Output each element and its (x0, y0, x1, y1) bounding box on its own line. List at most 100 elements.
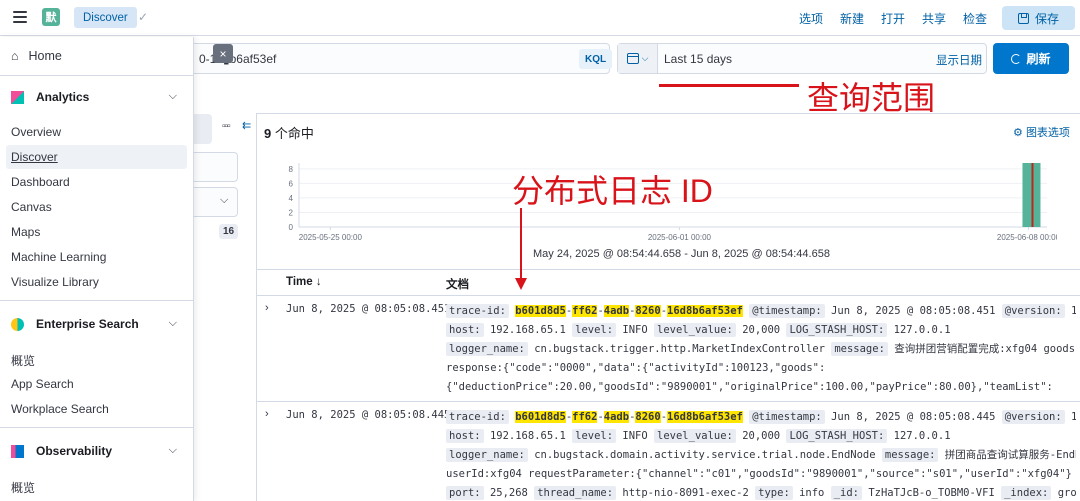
chevron-down-icon: ⌵ (641, 53, 649, 63)
gear-icon: ⚙ (1013, 127, 1023, 139)
y-tick-label: 2 (289, 208, 294, 217)
share-link[interactable]: 共享 (922, 10, 946, 27)
nav-item-machine-learning[interactable]: Machine Learning (11, 250, 106, 264)
nav-group-label: Observability (36, 444, 113, 458)
chart-options-button[interactable]: ⚙ 图表选项 (1013, 124, 1070, 140)
annotation-time-range: 查询范围 (807, 80, 936, 116)
refresh-button[interactable]: 刷新 (993, 43, 1069, 74)
field-key: trace-id: (446, 410, 509, 424)
inspect-link[interactable]: 检查 (963, 10, 987, 27)
field-key: @version: (1001, 304, 1065, 318)
chevron-down-icon: ⌵ (168, 90, 177, 102)
field-value: 20,000 (742, 430, 781, 442)
field-value: http-nio-8091-exec-2 (622, 487, 749, 499)
trace-id-highlight: 8260 (635, 305, 661, 317)
field-key: level_value: (654, 429, 736, 443)
options-link[interactable]: 选项 (799, 10, 823, 27)
field-value: 1 (1071, 305, 1076, 317)
save-button[interactable]: 保存 (1002, 6, 1075, 30)
field-key: message: (831, 342, 888, 356)
time-cell: Jun 8, 2025 @ 08:05:08.451 (286, 303, 451, 315)
annotation-arrow-shaft (520, 208, 522, 280)
nav-item-maps[interactable]: Maps (11, 225, 40, 239)
nav-item-overview[interactable]: Overview (11, 125, 61, 139)
hits-suffix: 个命中 (271, 126, 314, 141)
collapse-sidebar-icon[interactable]: ⇇ (242, 119, 251, 132)
trace-id-highlight: b601d8d5 (515, 305, 566, 317)
trace-id-highlight: 4adb (603, 411, 630, 423)
field-key: _index: (1001, 486, 1052, 500)
field-count-badge: 16 (219, 224, 238, 239)
nav-group-label: Enterprise Search (36, 317, 139, 331)
field-value: 查询拼团营销配置完成:xfg04 goodsId:9890001 (894, 343, 1076, 355)
show-dates-link[interactable]: 显示日期 (936, 52, 982, 68)
field-value: Jun 8, 2025 @ 08:05:08.451 (831, 305, 996, 317)
nav-item-dashboard[interactable]: Dashboard (11, 175, 70, 189)
field-value: Jun 8, 2025 @ 08:05:08.445 (831, 411, 996, 423)
nav-group-analytics[interactable]: Analytics ⌵ (11, 90, 183, 104)
time-picker[interactable]: ⌵ Last 15 days 显示日期 (617, 43, 987, 74)
document-line: response:{"code":"0000","data":{"activit… (446, 359, 1076, 378)
new-link[interactable]: 新建 (840, 10, 864, 27)
document-line: trace-id: b601d8d5-ff62-4adb-8260-16d8b6… (446, 302, 1076, 321)
field-value: 20,000 (742, 324, 781, 336)
query-text: 0-16▮b6af53ef (199, 52, 277, 66)
nav-item-overview-obs[interactable]: 概览 (11, 479, 35, 496)
field-key: level: (572, 429, 617, 443)
nav-item-visualize-library[interactable]: Visualize Library (11, 275, 99, 289)
nav-group-observability[interactable]: Observability ⌵ (11, 444, 183, 458)
field-filter-select[interactable] (190, 187, 238, 217)
nav-item-overview-es[interactable]: 概览 (11, 352, 35, 369)
expand-row-icon[interactable]: › (265, 302, 269, 314)
menu-icon[interactable] (13, 11, 27, 23)
trace-id-highlight: 16d8b6af53ef (667, 305, 743, 317)
nav-home[interactable]: ⌂ Home (11, 49, 62, 63)
chevron-down-icon: ⌵ (168, 444, 177, 456)
search-input[interactable]: 0-16▮b6af53ef × KQL (180, 43, 613, 74)
expand-row-icon[interactable]: › (265, 408, 269, 420)
field-key: port: (446, 486, 484, 500)
document-line: port: 25,268 thread_name: http-nio-8091-… (446, 484, 1076, 501)
field-key: LOG_STASH_HOST: (786, 323, 888, 337)
field-key: _id: (830, 486, 863, 500)
open-link[interactable]: 打开 (881, 10, 905, 27)
field-value: 192.168.65.1 (489, 324, 566, 336)
field-key: host: (446, 429, 484, 443)
field-key: message: (881, 448, 939, 462)
field-value: cn.bugstack.domain.activity.service.tria… (534, 449, 876, 461)
chart-options-label: 图表选项 (1025, 127, 1070, 139)
field-value: 192.168.65.1 (489, 430, 566, 442)
side-nav: ⌂ Home Analytics ⌵ Overview Discover Das… (0, 37, 194, 501)
field-value: 1 (1071, 411, 1076, 423)
trace-id-highlight: ff62 (572, 305, 598, 317)
hits-counter: 9 个命中 (264, 123, 314, 142)
document-line: host: 192.168.65.1 level: INFO level_val… (446, 427, 1076, 446)
time-range-text[interactable]: Last 15 days (664, 52, 732, 66)
nav-item-workplace-search[interactable]: Workplace Search (11, 402, 109, 416)
breadcrumb-discover[interactable]: Discover (74, 7, 137, 28)
table-header: Time ↓ 文档 (257, 269, 1080, 296)
document-cell: trace-id: b601d8d5-ff62-4adb-8260-16d8b6… (446, 302, 1076, 397)
refresh-label: 刷新 (1026, 52, 1051, 66)
save-label: 保存 (1034, 11, 1059, 26)
field-key: logger_name: (446, 448, 528, 462)
nav-item-discover[interactable]: Discover (11, 150, 58, 164)
field-key: type: (755, 486, 793, 500)
nav-item-app-search[interactable]: App Search (11, 377, 74, 391)
nav-group-enterprise-search[interactable]: Enterprise Search ⌵ (11, 317, 183, 331)
trace-id-highlight: 8260 (635, 411, 661, 423)
document-cell: trace-id: b601d8d5-ff62-4adb-8260-16d8b6… (446, 408, 1076, 501)
field-value: 拼团商品查询试算服务-EndNode (944, 449, 1076, 461)
more-options-icon[interactable]: ▫▫▫ (222, 121, 231, 132)
quick-menu-button[interactable]: ⌵ (618, 44, 658, 73)
field-key: logger_name: (446, 342, 528, 356)
calendar-icon (626, 53, 639, 64)
space-avatar[interactable]: 默 (42, 8, 60, 26)
kql-toggle[interactable]: KQL (579, 49, 613, 69)
field-search-input[interactable] (190, 152, 238, 182)
time-cell: Jun 8, 2025 @ 08:05:08.445 (286, 409, 451, 421)
clear-icon[interactable]: × (213, 44, 233, 63)
column-time[interactable]: Time ↓ (286, 276, 322, 288)
annotation-trace-id: 分布式日志 ID (512, 173, 713, 209)
nav-item-canvas[interactable]: Canvas (11, 200, 52, 214)
